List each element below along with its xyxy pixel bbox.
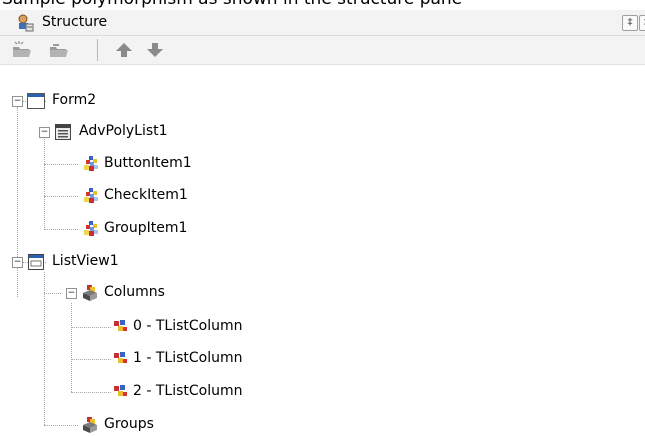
collapse-toggle[interactable]: − [12,96,23,107]
node-label: Form2 [52,92,97,108]
column-item-icon [114,320,127,331]
column-item-icon [114,385,127,396]
folder-collapse-icon[interactable] [47,40,69,60]
tree-node-column-1[interactable]: 1 - TListColumn [0,349,320,369]
node-label: 0 - TListColumn [133,318,243,334]
poly-item-icon [84,188,98,203]
tree-node-checkitem1[interactable]: CheckItem1 [0,186,260,206]
tree-node-columns[interactable]: − Columns [0,283,250,303]
structure-panel: Structure ‡ × [0,10,645,437]
poly-item-icon [84,156,98,171]
node-label: AdvPolyList1 [79,123,168,139]
tree-node-buttonitem1[interactable]: ButtonItem1 [0,154,260,174]
node-label: GroupItem1 [104,220,188,236]
collection-icon [83,417,97,433]
panel-titlebar: Structure ‡ × [0,10,645,36]
node-label: Groups [104,416,154,432]
listview-icon [28,254,44,270]
structure-icon [18,14,34,32]
collapse-toggle[interactable]: − [66,288,77,299]
structure-tree: − Form2 − AdvPolyList1 ButtonItem1 Check… [0,65,645,437]
list-control-icon [55,124,71,140]
panel-title: Structure [42,14,108,30]
tree-node-groups[interactable]: Groups [0,415,250,435]
arrow-up-icon[interactable] [113,40,135,60]
column-item-icon [114,352,127,363]
node-label: Columns [104,284,165,300]
tree-node-column-0[interactable]: 0 - TListColumn [0,317,320,337]
poly-item-icon [84,221,98,236]
node-label: ButtonItem1 [104,155,192,171]
close-button[interactable]: × [639,15,645,31]
collapse-toggle[interactable]: − [39,127,50,138]
tree-node-advpolylist1[interactable]: − AdvPolyList1 [0,122,250,142]
caption-strip: Sample polymorphism as shown in the stru… [0,0,645,10]
tree-node-groupitem1[interactable]: GroupItem1 [0,219,260,239]
node-label: CheckItem1 [104,187,188,203]
tree-guide [44,137,45,230]
pin-button[interactable]: ‡ [622,15,638,31]
tree-node-column-2[interactable]: 2 - TListColumn [0,382,320,402]
arrow-down-icon[interactable] [144,40,166,60]
caption-text: Sample polymorphism as shown in the stru… [2,0,462,9]
collection-icon [83,285,97,301]
tree-node-form2[interactable]: − Form2 [0,91,200,111]
node-label: ListView1 [52,253,119,269]
form-window-icon [27,93,45,109]
node-label: 1 - TListColumn [133,350,243,366]
structure-toolbar [0,36,645,65]
collapse-toggle[interactable]: − [12,257,23,268]
node-label: 2 - TListColumn [133,383,243,399]
folder-expand-icon[interactable] [10,40,32,60]
tree-node-listview1[interactable]: − ListView1 [0,252,250,272]
toolbar-separator [97,39,98,61]
